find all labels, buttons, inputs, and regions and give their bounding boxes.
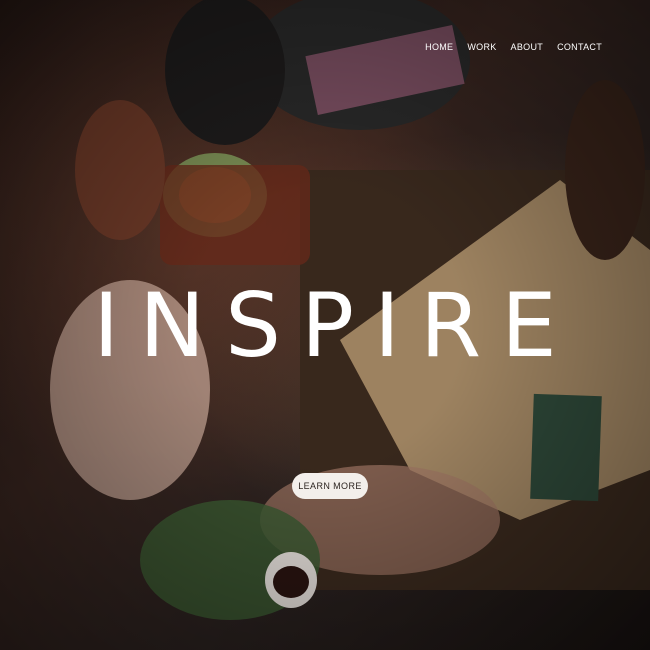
- learn-more-button[interactable]: LEARN MORE: [292, 473, 368, 499]
- nav-home[interactable]: HOME: [425, 42, 453, 52]
- nav-work[interactable]: WORK: [467, 42, 496, 52]
- hero-title: INSPIRE: [93, 274, 577, 377]
- hero-section: HOME WORK ABOUT CONTACT INSPIRE LEARN MO…: [0, 0, 650, 650]
- top-navigation: HOME WORK ABOUT CONTACT: [411, 42, 602, 52]
- nav-contact[interactable]: CONTACT: [557, 42, 602, 52]
- nav-about[interactable]: ABOUT: [511, 42, 544, 52]
